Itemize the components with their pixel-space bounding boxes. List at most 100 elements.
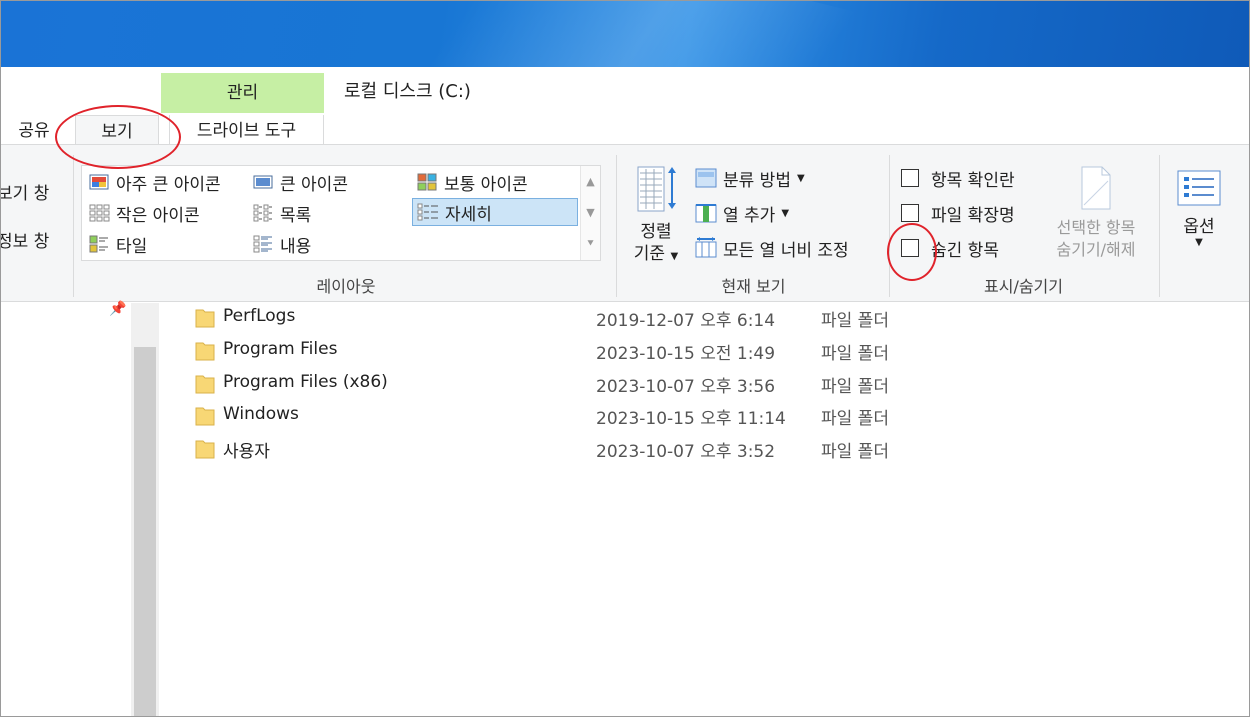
file-name: Windows — [223, 404, 299, 424]
layout-large-icons[interactable]: 큰 아이콘 — [252, 168, 348, 196]
item-checkboxes-checkbox[interactable] — [901, 169, 919, 187]
title-bar: 관리 로컬 디스크 (C:) 공유 보기 드라이브 도구 — [1, 67, 1249, 147]
options-label: 옵션 — [1183, 217, 1215, 237]
details-pane-button[interactable]: 정보 창 — [1, 227, 49, 252]
large-icons-icon — [253, 175, 273, 189]
ribbon-separator — [73, 155, 74, 297]
layout-item-label: 큰 아이콘 — [280, 174, 348, 195]
size-all-columns-button[interactable]: 모든 열 너비 조정 — [695, 233, 849, 263]
small-icons-icon — [89, 204, 110, 222]
scrollbar-thumb[interactable] — [134, 347, 156, 716]
item-checkboxes-toggle[interactable]: 항목 확인란 — [901, 163, 1015, 193]
hidden-items-checkbox[interactable] — [901, 239, 919, 257]
file-row[interactable]: Program Files (x86) 2023-10-07 오후 3:56 파… — [159, 369, 1159, 401]
hide-selected-label-line2: 숨기기/해제 — [1056, 240, 1136, 259]
layout-gallery-scrollbar[interactable]: ▲ ▼ ⯆ — [580, 166, 600, 260]
dropdown-arrow-icon: ▼ — [796, 172, 805, 184]
tab-drive-tools[interactable]: 드라이브 도구 — [169, 115, 324, 147]
file-type: 파일 폴더 — [821, 311, 889, 331]
navigation-pane[interactable] — [1, 303, 131, 716]
group-by-label: 분류 방법 — [723, 170, 791, 191]
preview-pane-button[interactable]: 보기 창 — [1, 179, 49, 204]
item-checkboxes-label: 항목 확인란 — [931, 170, 1015, 191]
file-date: 2023-10-07 오후 3:52 — [596, 442, 776, 462]
folder-icon — [195, 440, 215, 459]
ribbon: 보기 창 정보 창 아주 큰 아이콘 큰 아이콘 보통 아이콘 작은 아이콘 목… — [1, 144, 1249, 303]
layout-item-label: 타일 — [116, 236, 148, 257]
file-name: 사용자 — [223, 442, 270, 462]
add-columns-label: 열 추가 — [723, 205, 776, 226]
tab-view[interactable]: 보기 — [75, 115, 159, 147]
layout-details[interactable]: 자세히 — [412, 198, 578, 226]
layout-item-label: 자세히 — [445, 204, 492, 225]
layout-extra-large-icons[interactable]: 아주 큰 아이콘 — [88, 168, 221, 196]
group-by-button[interactable]: 분류 방법 ▼ — [695, 163, 805, 193]
file-row[interactable]: Windows 2023-10-15 오후 11:14 파일 폴더 — [159, 401, 1159, 433]
navigation-scrollbar[interactable] — [131, 303, 159, 716]
add-columns-button[interactable]: 열 추가 ▼ — [695, 198, 789, 228]
layout-item-label: 작은 아이콘 — [116, 205, 200, 226]
tiles-icon — [89, 235, 108, 253]
medium-icons-icon — [417, 173, 437, 191]
group-label-show-hide: 표시/숨기기 — [984, 277, 1063, 296]
dropdown-arrow-icon: ▼ — [1195, 237, 1203, 248]
file-type: 파일 폴더 — [821, 442, 889, 462]
file-row[interactable]: Program Files 2023-10-15 오전 1:49 파일 폴더 — [159, 336, 1159, 368]
layout-content[interactable]: 내용 — [252, 230, 311, 258]
file-type: 파일 폴더 — [821, 409, 889, 429]
panes-group: 보기 창 정보 창 — [1, 145, 73, 303]
hide-selected-label-line1: 선택한 항목 — [1056, 218, 1136, 237]
scroll-down-icon[interactable]: ▼ — [581, 197, 600, 228]
file-name: Program Files (x86) — [223, 372, 388, 392]
light-beam — [369, 1, 913, 67]
file-date: 2023-10-15 오전 1:49 — [596, 344, 776, 364]
layout-medium-icons[interactable]: 보통 아이콘 — [416, 168, 528, 196]
group-label-current-view: 현재 보기 — [721, 277, 786, 296]
folder-icon — [195, 407, 215, 426]
size-all-columns-label: 모든 열 너비 조정 — [723, 240, 849, 261]
add-columns-icon — [695, 204, 717, 223]
file-name: PerfLogs — [223, 306, 296, 326]
layout-item-label: 보통 아이콘 — [444, 174, 528, 195]
pin-icon[interactable]: 📌 — [109, 301, 126, 317]
file-list: PerfLogs 2019-12-07 오후 6:14 파일 폴더 Progra… — [159, 303, 1249, 716]
sort-by-button[interactable]: 정렬 기준 ▼ — [627, 165, 685, 268]
group-label-layout: 레이아웃 — [316, 277, 376, 296]
layout-small-icons[interactable]: 작은 아이콘 — [88, 199, 200, 227]
expand-gallery-icon[interactable]: ⯆ — [581, 228, 600, 259]
hidden-items-toggle[interactable]: 숨긴 항목 — [901, 233, 999, 263]
scroll-up-icon[interactable]: ▲ — [581, 166, 600, 197]
tab-share[interactable]: 공유 — [11, 115, 57, 147]
options-button[interactable]: 옵션 ▼ — [1171, 169, 1227, 248]
file-date: 2023-10-07 오후 3:56 — [596, 377, 776, 397]
sort-by-label-line1: 정렬 — [640, 222, 672, 242]
file-row[interactable]: PerfLogs 2019-12-07 오후 6:14 파일 폴더 — [159, 303, 1159, 335]
options-icon — [1177, 170, 1221, 206]
layout-tiles[interactable]: 타일 — [88, 230, 147, 258]
file-extensions-toggle[interactable]: 파일 확장명 — [901, 198, 1015, 228]
layout-list[interactable]: 목록 — [252, 199, 311, 227]
group-by-icon — [695, 168, 717, 188]
file-extensions-checkbox[interactable] — [901, 204, 919, 222]
file-name: Program Files — [223, 339, 338, 359]
context-tab-group-manage[interactable]: 관리 — [161, 73, 324, 113]
list-icon — [253, 204, 272, 222]
layout-item-label: 아주 큰 아이콘 — [116, 174, 221, 195]
file-date: 2023-10-15 오후 11:14 — [596, 409, 786, 429]
hidden-items-label: 숨긴 항목 — [931, 240, 999, 261]
dropdown-arrow-icon: ▼ — [781, 207, 790, 219]
file-type: 파일 폴더 — [821, 377, 889, 397]
desktop-background — [1, 1, 1249, 67]
hide-selected-items-button[interactable]: 선택한 항목 숨기기/해제 — [1041, 165, 1151, 261]
folder-icon — [195, 342, 215, 361]
screenshot-frame: 관리 로컬 디스크 (C:) 공유 보기 드라이브 도구 보기 창 정보 창 아… — [0, 0, 1250, 717]
folder-icon — [195, 375, 215, 394]
layout-gallery: 아주 큰 아이콘 큰 아이콘 보통 아이콘 작은 아이콘 목록 자세히 타일 내… — [81, 165, 601, 261]
folder-icon — [195, 309, 215, 328]
extra-large-icons-icon — [89, 174, 109, 190]
file-row[interactable]: 사용자 2023-10-07 오후 3:52 파일 폴더 — [159, 434, 1159, 466]
ribbon-separator — [1159, 155, 1160, 297]
layout-item-label: 목록 — [280, 205, 312, 226]
ribbon-separator — [616, 155, 617, 297]
dropdown-arrow-icon: ▼ — [670, 251, 679, 262]
